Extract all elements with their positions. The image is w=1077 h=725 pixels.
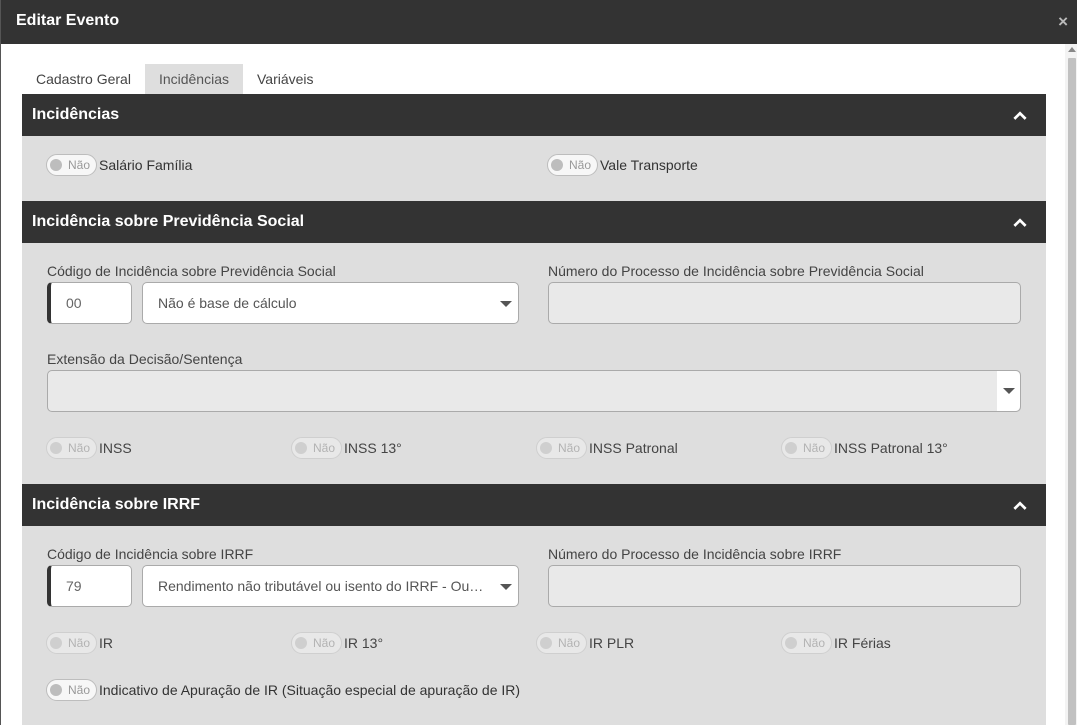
chevron-up-icon[interactable] <box>1013 218 1027 227</box>
section-title: Incidência sobre Previdência Social <box>32 213 305 230</box>
toggle-switch[interactable]: Não <box>46 679 97 701</box>
toggle-state: Não <box>68 683 91 697</box>
toggle-label: INSS Patronal <box>589 440 678 456</box>
previdencia-code-label: Código de Incidência sobre Previdência S… <box>47 263 336 279</box>
edit-event-modal: Editar Evento × Cadastro Geral Incidênci… <box>0 0 1077 725</box>
previdencia-process-input[interactable] <box>548 282 1021 324</box>
toggle-knob <box>50 637 62 649</box>
toggle-ir-13[interactable]: Não IR 13° <box>291 632 383 654</box>
toggle-label: IR <box>99 635 113 651</box>
toggle-switch[interactable]: Não <box>46 154 97 176</box>
toggle-inss[interactable]: Não INSS <box>46 437 132 459</box>
section-header-incidencias[interactable]: Incidências <box>22 94 1046 136</box>
irrf-process-input[interactable] <box>548 565 1021 607</box>
tab-cadastro-geral[interactable]: Cadastro Geral <box>22 64 145 94</box>
toggle-switch[interactable]: Não <box>46 437 97 459</box>
toggle-state: Não <box>313 636 336 650</box>
previdencia-process-label: Número do Processo de Incidência sobre P… <box>548 263 924 279</box>
irrf-code-input[interactable]: 79 <box>47 565 132 607</box>
toggle-label: IR Férias <box>834 635 891 651</box>
section-title: Incidências <box>32 106 120 123</box>
irrf-code-select[interactable]: Rendimento não tributável ou isento do I… <box>142 565 519 607</box>
toggle-label: INSS 13° <box>344 440 402 456</box>
tab-variaveis[interactable]: Variáveis <box>243 64 328 94</box>
toggle-state: Não <box>558 441 581 455</box>
toggle-switch[interactable]: Não <box>781 437 832 459</box>
tab-bar: Cadastro Geral Incidências Variáveis <box>22 64 328 94</box>
toggle-label: IR PLR <box>589 635 635 651</box>
toggle-knob <box>50 159 62 171</box>
toggle-knob <box>540 442 552 454</box>
close-icon[interactable]: × <box>1058 12 1068 32</box>
section-header-irrf[interactable]: Incidência sobre IRRF <box>22 484 1046 526</box>
toggle-switch[interactable]: Não <box>291 632 342 654</box>
toggle-state: Não <box>569 158 592 172</box>
toggle-label: Vale Transporte <box>600 157 698 173</box>
scroll-up-arrow[interactable] <box>1068 47 1076 52</box>
irrf-code-label: Código de Incidência sobre IRRF <box>47 546 254 562</box>
extension-label: Extensão da Decisão/Sentença <box>47 351 243 367</box>
tab-incidencias[interactable]: Incidências <box>144 64 243 94</box>
previdencia-code-select[interactable]: Não é base de cálculo <box>142 282 519 324</box>
toggle-switch[interactable]: Não <box>781 632 832 654</box>
toggle-inss-patronal-13[interactable]: Não INSS Patronal 13° <box>781 437 948 459</box>
toggle-salario-familia[interactable]: Não Salário Família <box>46 154 192 176</box>
modal-titlebar: Editar Evento × <box>1 0 1077 44</box>
incidencias-panel: Incidências Não Salário Família Não Vale… <box>22 94 1046 725</box>
chevron-up-icon[interactable] <box>1013 111 1027 120</box>
caret-down-icon <box>1003 388 1015 394</box>
select-value: Não é base de cálculo <box>158 295 297 311</box>
toggle-inss-patronal[interactable]: Não INSS Patronal <box>536 437 678 459</box>
toggle-knob <box>50 684 62 696</box>
toggle-switch[interactable]: Não <box>536 632 587 654</box>
toggle-state: Não <box>68 441 91 455</box>
extension-select[interactable] <box>47 370 1021 412</box>
caret-down-icon <box>500 584 512 590</box>
modal-title: Editar Evento <box>16 12 120 29</box>
toggle-state: Não <box>803 441 826 455</box>
toggle-knob <box>50 442 62 454</box>
toggle-inss-13[interactable]: Não INSS 13° <box>291 437 402 459</box>
toggle-knob <box>785 442 797 454</box>
toggle-ir-ferias[interactable]: Não IR Férias <box>781 632 891 654</box>
toggle-knob <box>295 442 307 454</box>
toggle-state: Não <box>68 636 91 650</box>
toggle-state: Não <box>68 158 91 172</box>
toggle-switch[interactable]: Não <box>547 154 598 176</box>
caret-down-icon <box>500 301 512 307</box>
toggle-state: Não <box>313 441 336 455</box>
toggle-switch[interactable]: Não <box>536 437 587 459</box>
toggle-ir-plr[interactable]: Não IR PLR <box>536 632 634 654</box>
toggle-label: INSS Patronal 13° <box>834 440 948 456</box>
toggle-switch[interactable]: Não <box>291 437 342 459</box>
previdencia-code-input[interactable]: 00 <box>47 282 132 324</box>
toggle-state: Não <box>558 636 581 650</box>
toggle-knob <box>785 637 797 649</box>
toggle-vale-transporte[interactable]: Não Vale Transporte <box>547 154 698 176</box>
toggle-knob <box>295 637 307 649</box>
toggle-label: Salário Família <box>99 157 193 173</box>
section-header-previdencia[interactable]: Incidência sobre Previdência Social <box>22 201 1046 243</box>
toggle-knob <box>540 637 552 649</box>
toggle-ir[interactable]: Não IR <box>46 632 113 654</box>
toggle-switch[interactable]: Não <box>46 632 97 654</box>
select-value: Rendimento não tributável ou isento do I… <box>158 578 493 594</box>
toggle-state: Não <box>803 636 826 650</box>
section-title: Incidência sobre IRRF <box>32 496 201 513</box>
irrf-process-label: Número do Processo de Incidência sobre I… <box>548 546 842 562</box>
toggle-label: Indicativo de Apuração de IR (Situação e… <box>99 682 521 698</box>
toggle-indicativo-apuracao-ir[interactable]: Não Indicativo de Apuração de IR (Situaç… <box>46 679 520 701</box>
toggle-label: INSS <box>99 440 132 456</box>
toggle-knob <box>551 159 563 171</box>
chevron-up-icon[interactable] <box>1013 501 1027 510</box>
scrollbar-thumb[interactable] <box>1068 58 1076 725</box>
toggle-label: IR 13° <box>344 635 384 651</box>
